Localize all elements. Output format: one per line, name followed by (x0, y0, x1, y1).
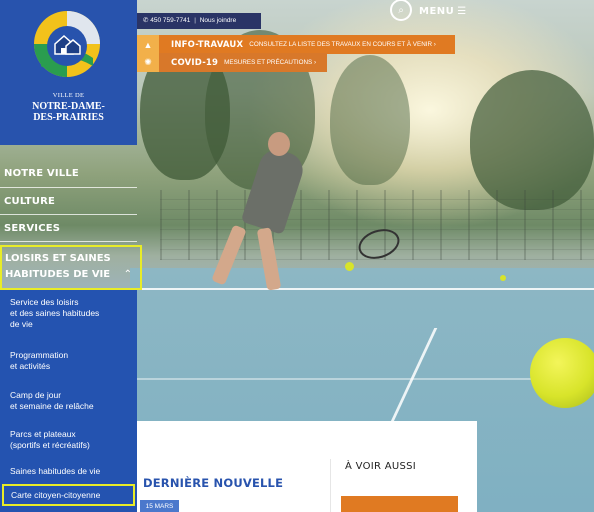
logo-line-2: DES-PRAIRIES (33, 112, 104, 123)
submenu-line: de vie (10, 319, 33, 329)
alert-title: COVID-19 (171, 57, 219, 68)
hamburger-icon: ☰ (457, 6, 467, 17)
search-button[interactable]: ⌕ (390, 0, 412, 21)
nav-item-notre-ville[interactable]: NOTRE VILLE (4, 168, 79, 179)
submenu-line: Camp de jour (10, 390, 62, 400)
submenu-line: Service des loisirs (10, 297, 79, 307)
latest-news-title: DERNIÈRE NOUVELLE (143, 476, 284, 490)
news-date-badge: 15 MARS (140, 500, 179, 512)
chevron-up-icon[interactable]: ⌃ (124, 269, 132, 280)
alert-title: INFO-TRAVAUX (171, 39, 244, 50)
alert-covid[interactable]: ✺ COVID-19 MESURES ET PRÉCAUTIONS › (137, 53, 327, 72)
search-icon: ⌕ (398, 4, 404, 16)
submenu-line: et activités (10, 361, 51, 371)
submenu-item-programmation[interactable]: Programmation et activités (10, 350, 68, 372)
submenu-line: et des saines habitudes (10, 308, 100, 318)
phone-number[interactable]: 450 759-7741 (150, 17, 190, 24)
contact-strip[interactable]: ✆ 450 759-7741 | Nous joindre (137, 13, 261, 29)
submenu-item-camp-de-jour[interactable]: Camp de jour et semaine de relâche (10, 390, 94, 412)
menu-label: MENU (419, 6, 455, 17)
see-also-title: À VOIR AUSSI (345, 461, 417, 472)
submenu-line: Saines habitudes de vie (10, 466, 101, 476)
top-bar: ✆ 450 759-7741 | Nous joindre ⌕ MENU ☰ (137, 0, 594, 31)
submenu-line: et semaine de relâche (10, 401, 94, 411)
submenu-item-parcs[interactable]: Parcs et plateaux (sportifs et récréatif… (10, 429, 90, 451)
city-logo[interactable]: VILLE DE NOTRE-DAME- DES-PRAIRIES (0, 0, 137, 145)
column-divider (330, 459, 331, 512)
submenu-line: (sportifs et récréatifs) (10, 440, 90, 450)
submenu-item-service-loisirs[interactable]: Service des loisirs et des saines habitu… (10, 297, 99, 330)
nav-label-line-1: LOISIRS ET SAINES (5, 253, 111, 264)
submenu-line: Programmation (10, 350, 69, 360)
logo-line-1: NOTRE-DAME- (32, 101, 105, 112)
logo-text-ville-de: VILLE DE (52, 92, 85, 99)
nav-item-culture[interactable]: CULTURE (4, 196, 55, 207)
submenu-item-saines-habitudes[interactable]: Saines habitudes de vie (10, 466, 100, 477)
logo-emblem (33, 10, 101, 78)
nav-divider (0, 214, 137, 215)
alert-link[interactable]: CONSULTEZ LA LISTE DES TRAVAUX EN COURS … (249, 41, 436, 48)
phone-icon: ✆ (143, 17, 149, 24)
submenu-line: Parcs et plateaux (10, 429, 76, 439)
menu-button[interactable]: MENU ☰ (419, 6, 467, 17)
virus-icon: ✺ (137, 53, 159, 72)
separator: | (194, 17, 196, 24)
see-also-button[interactable] (341, 496, 458, 512)
traffic-cone-icon: ▲ (137, 35, 159, 54)
contact-link[interactable]: Nous joindre (200, 17, 237, 24)
nav-label-line-2: HABITUDES DE VIE (5, 269, 111, 280)
alert-info-travaux[interactable]: ▲ INFO-TRAVAUX CONSULTEZ LA LISTE DES TR… (137, 35, 455, 54)
nav-divider (0, 187, 137, 188)
alert-link[interactable]: MESURES ET PRÉCAUTIONS › (224, 59, 316, 66)
nav-item-label: LOISIRS ET SAINES HABITUDES DE VIE (5, 251, 111, 283)
submenu-item-carte-citoyen[interactable]: Carte citoyen-citoyenne (2, 484, 135, 506)
logo-text-name: NOTRE-DAME- DES-PRAIRIES (0, 101, 137, 123)
nav-item-services[interactable]: SERVICES (4, 223, 60, 234)
nav-item-loisirs[interactable]: LOISIRS ET SAINES HABITUDES DE VIE ⌃ (0, 245, 142, 290)
submenu-line: Carte citoyen-citoyenne (11, 490, 101, 500)
nav-divider (0, 241, 137, 242)
